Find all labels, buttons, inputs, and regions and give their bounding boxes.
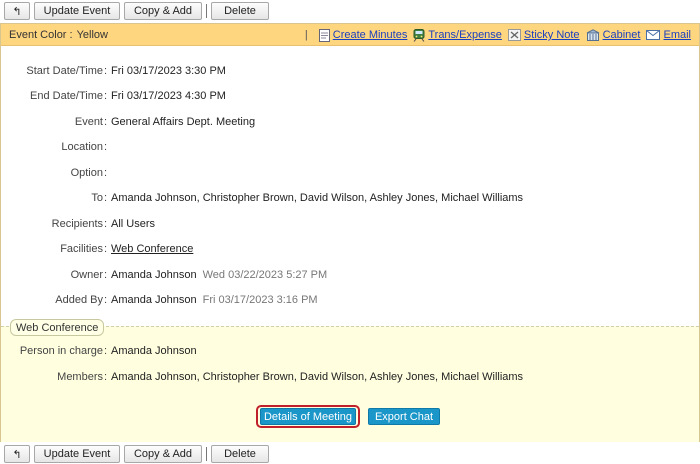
create-minutes-link[interactable]: Create Minutes [318, 28, 408, 42]
field-colon: : [104, 141, 108, 153]
members-label: Members [57, 371, 103, 383]
event-color-label: Event Color : [9, 28, 73, 41]
field-colon: : [104, 345, 108, 357]
to-row: To: Amanda Johnson, Christopher Brown, D… [1, 189, 699, 207]
owner-row: Owner: Amanda Johnson Wed 03/22/2023 5:2… [1, 266, 699, 284]
back-arrow-icon: ↰ [12, 448, 22, 461]
update-event-button[interactable]: Update Event [34, 2, 120, 20]
start-datetime-value: Fri 03/17/2023 3:30 PM [111, 65, 226, 77]
copy-add-button-bottom[interactable]: Copy & Add [124, 445, 202, 463]
start-datetime-row: Start Date/Time: Fri 03/17/2023 3:30 PM [1, 62, 699, 80]
person-in-charge-label: Person in charge [19, 345, 103, 357]
location-label: Location [61, 141, 103, 153]
owner-label: Owner [70, 269, 103, 281]
recipients-value: All Users [111, 218, 156, 230]
event-color-value: Yellow [76, 28, 108, 41]
members-value: Amanda Johnson, Christopher Brown, David… [111, 371, 524, 383]
event-details-panel: Event Color : Yellow | Create Minutes Tr… [0, 23, 700, 442]
copy-add-button[interactable]: Copy & Add [124, 2, 202, 20]
field-colon: : [104, 116, 108, 128]
toolbar-separator [206, 447, 207, 461]
added-by-label: Added By [55, 294, 103, 306]
start-datetime-label: Start Date/Time [26, 65, 103, 77]
recipients-row: Recipients: All Users [1, 215, 699, 233]
owner-value: Amanda Johnson [111, 269, 197, 281]
details-of-meeting-button[interactable]: Details of Meeting [260, 408, 356, 425]
top-toolbar: ↰ Update Event Copy & Add Delete [0, 0, 700, 22]
email-icon [646, 30, 661, 40]
bottom-toolbar: ↰ Update Event Copy & Add Delete [0, 444, 700, 464]
back-button[interactable]: ↰ [4, 2, 30, 20]
create-minutes-label: Create Minutes [332, 29, 408, 41]
field-colon: : [104, 167, 108, 179]
owner-timestamp: Wed 03/22/2023 5:27 PM [202, 269, 328, 281]
links-separator: | [304, 29, 308, 41]
end-datetime-row: End Date/Time: Fri 03/17/2023 4:30 PM [1, 87, 699, 105]
web-conference-facility-link[interactable]: Web Conference [111, 243, 193, 255]
event-value: General Affairs Dept. Meeting [111, 116, 256, 128]
train-icon [413, 28, 425, 42]
facilities-label: Facilities [60, 243, 103, 255]
event-action-links: | Create Minutes Trans/Expense Sticky No… [305, 24, 691, 46]
event-color-bar: Event Color : Yellow | Create Minutes Tr… [1, 24, 699, 46]
to-value: Amanda Johnson, Christopher Brown, David… [111, 192, 524, 204]
person-in-charge-value: Amanda Johnson [111, 345, 197, 357]
export-chat-button[interactable]: Export Chat [368, 408, 440, 425]
event-label: Event [74, 116, 103, 128]
field-colon: : [104, 294, 108, 306]
facilities-row: Facilities: Web Conference [1, 240, 699, 258]
field-colon: : [104, 90, 108, 102]
field-colon: : [104, 65, 108, 77]
event-row: Event: General Affairs Dept. Meeting [1, 113, 699, 131]
added-by-timestamp: Fri 03/17/2023 3:16 PM [202, 294, 318, 306]
update-event-button-bottom[interactable]: Update Event [34, 445, 120, 463]
added-by-value: Amanda Johnson [111, 294, 197, 306]
toolbar-separator [206, 4, 207, 18]
sticky-note-icon [507, 29, 521, 41]
recipients-label: Recipients [51, 218, 103, 230]
back-arrow-icon: ↰ [12, 5, 22, 18]
sticky-note-label: Sticky Note [523, 29, 580, 41]
field-colon: : [104, 243, 108, 255]
members-row: Members: Amanda Johnson, Christopher Bro… [1, 368, 699, 386]
email-label: Email [663, 29, 691, 41]
field-colon: : [104, 192, 108, 204]
cabinet-icon [586, 29, 599, 41]
field-colon: : [104, 218, 108, 230]
minutes-icon [318, 28, 330, 42]
back-button-bottom[interactable]: ↰ [4, 445, 30, 463]
email-link[interactable]: Email [646, 29, 691, 41]
field-colon: : [104, 269, 108, 281]
trans-expense-link[interactable]: Trans/Expense [413, 28, 502, 42]
trans-expense-label: Trans/Expense [428, 29, 502, 41]
location-row: Location: [1, 138, 699, 156]
option-label: Option [70, 167, 103, 179]
cabinet-label: Cabinet [602, 29, 641, 41]
end-datetime-label: End Date/Time [30, 90, 103, 102]
to-label: To [91, 192, 103, 204]
field-colon: : [104, 371, 108, 383]
person-in-charge-row: Person in charge: Amanda Johnson [1, 342, 699, 360]
end-datetime-value: Fri 03/17/2023 4:30 PM [111, 90, 226, 102]
web-conference-section-label: Web Conference [10, 319, 105, 336]
sticky-note-link[interactable]: Sticky Note [507, 29, 580, 41]
added-by-row: Added By: Amanda Johnson Fri 03/17/2023 … [1, 291, 699, 309]
delete-button[interactable]: Delete [211, 2, 269, 20]
option-row: Option: [1, 164, 699, 182]
delete-button-bottom[interactable]: Delete [211, 445, 269, 463]
cabinet-link[interactable]: Cabinet [586, 29, 641, 41]
